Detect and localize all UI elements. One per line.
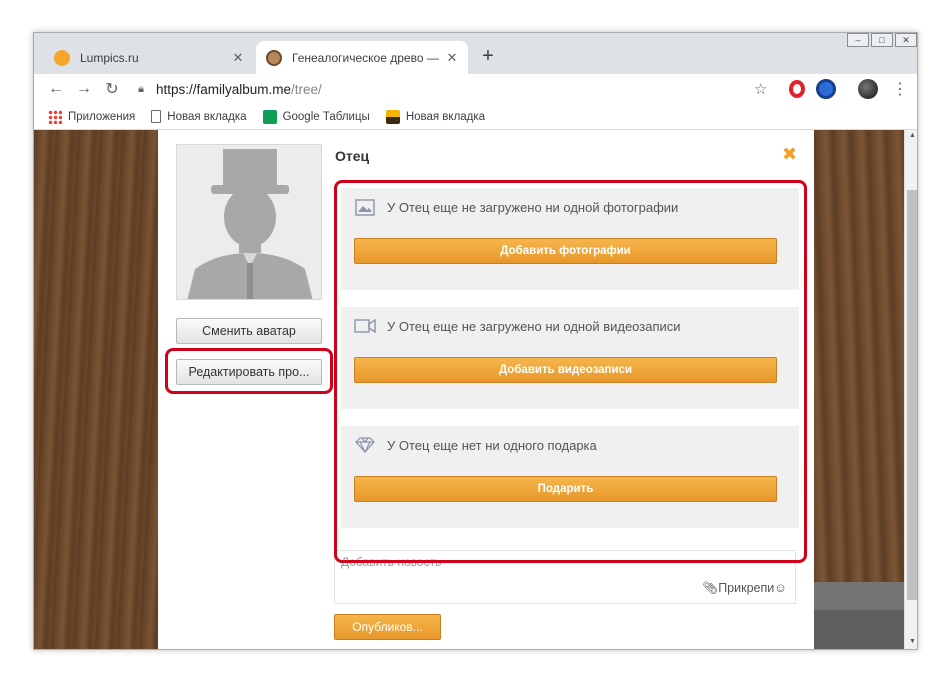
sheets-icon — [262, 109, 277, 124]
side-dark-bar — [814, 582, 904, 649]
attach-link[interactable]: 📎︎Прикрепи☺ — [702, 581, 787, 596]
bookmark-label: Google Таблицы — [282, 110, 370, 123]
page-icon — [151, 110, 162, 123]
browser-menu-icon[interactable]: ⋮ — [892, 79, 908, 99]
scroll-up-icon[interactable]: ▲ — [905, 132, 917, 139]
window-controls: – □ ✕ — [845, 33, 917, 47]
publish-button[interactable]: Опубликов... — [334, 614, 441, 640]
wood-background-right — [814, 130, 904, 649]
page-title: Отец — [335, 148, 370, 164]
profile-avatar-icon[interactable] — [858, 79, 878, 99]
bookmarks-bar: Приложения Новая вкладка Google Таблицы … — [34, 104, 917, 130]
new-tab-button[interactable]: + — [476, 45, 500, 69]
highlight-edit-profile — [165, 348, 333, 394]
forward-icon[interactable]: → — [70, 80, 98, 98]
tab-title: Lumpics.ru — [80, 50, 139, 65]
image-icon — [385, 109, 400, 124]
close-window-icon[interactable]: ✕ — [895, 33, 917, 47]
url-path: /tree/ — [291, 81, 322, 97]
bookmark-star-icon[interactable]: ☆ — [754, 80, 767, 98]
apps-grid-icon — [48, 109, 62, 124]
bookmark-new-tab-2[interactable]: Новая вкладка — [385, 109, 486, 124]
page-content: Сменить аватар Редактировать про... Отец… — [34, 130, 904, 649]
browser-toolbar: ← → ↻ 🔒︎ https://familyalbum.me/tree/ ☆ … — [34, 74, 917, 104]
bookmark-label: Новая вкладка — [405, 110, 486, 123]
bookmark-label: Новая вкладка — [167, 110, 247, 123]
bookmark-new-tab-1[interactable]: Новая вкладка — [151, 110, 247, 123]
highlight-sections — [334, 180, 807, 563]
opera-extension-icon[interactable] — [789, 80, 805, 98]
family-favicon-icon — [266, 49, 282, 66]
tab-familyalbum[interactable]: Генеалогическое древо — Семейный альбом … — [256, 41, 468, 74]
attach-label: Прикрепи — [718, 581, 775, 595]
wood-background-left — [34, 130, 158, 649]
bookmark-label: Приложения — [68, 110, 136, 123]
profile-panel: Сменить аватар Редактировать про... Отец… — [158, 130, 814, 649]
scroll-down-icon[interactable]: ▼ — [905, 638, 917, 645]
bookmark-apps[interactable]: Приложения — [48, 109, 136, 124]
close-icon[interactable]: ✖ — [782, 144, 797, 165]
change-avatar-button[interactable]: Сменить аватар — [176, 318, 322, 344]
scroll-thumb[interactable] — [907, 190, 917, 600]
browser-window: Lumpics.ru ✕ Генеалогическое древо — Сем… — [33, 32, 918, 650]
gentleman-silhouette-icon — [187, 149, 313, 299]
tab-strip: Lumpics.ru ✕ Генеалогическое древо — Сем… — [34, 33, 917, 74]
vpn-extension-icon[interactable] — [816, 79, 836, 99]
tab-close-icon[interactable]: ✕ — [442, 50, 462, 66]
orange-favicon-icon — [54, 49, 70, 66]
tab-lumpics[interactable]: Lumpics.ru ✕ — [44, 41, 254, 74]
avatar-silhouette — [176, 144, 322, 300]
bookmark-google-sheets[interactable]: Google Таблицы — [262, 109, 370, 124]
minimize-icon[interactable]: – — [847, 33, 869, 47]
url-host: https://familyalbum.me — [156, 81, 292, 97]
lock-icon: 🔒︎ — [138, 82, 144, 95]
address-bar[interactable]: 🔒︎ https://familyalbum.me/tree/ — [134, 76, 774, 102]
maximize-icon[interactable]: □ — [871, 33, 893, 47]
smile-icon[interactable]: ☺ — [774, 581, 787, 595]
paperclip-icon: 📎︎ — [702, 581, 719, 595]
page-scrollbar[interactable]: ▲ ▼ — [904, 130, 917, 649]
reload-icon[interactable]: ↻ — [98, 79, 126, 99]
tab-title: Генеалогическое древо — Семейный альбом — [292, 50, 442, 65]
tab-close-icon[interactable]: ✕ — [228, 50, 248, 66]
back-icon[interactable]: ← — [42, 80, 70, 98]
